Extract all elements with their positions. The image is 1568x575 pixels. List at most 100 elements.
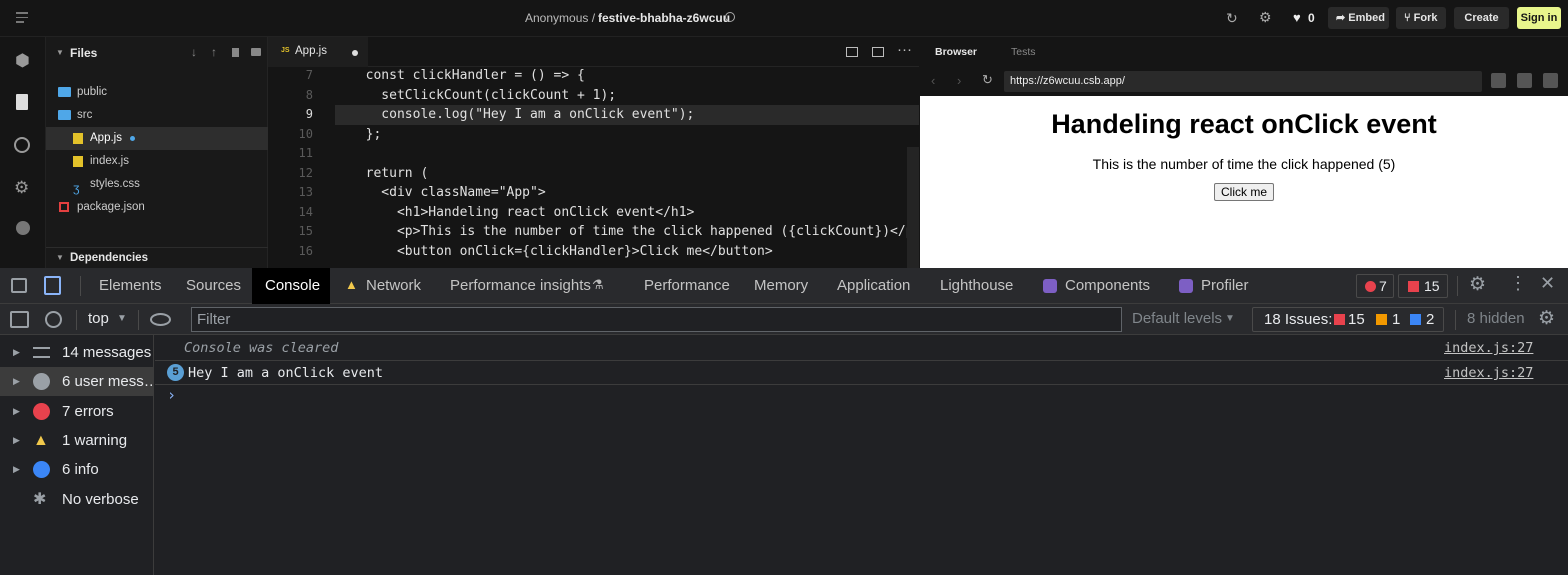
- embed-button[interactable]: ➦ Embed: [1328, 7, 1389, 29]
- issues-button[interactable]: 18 Issues: 15 1 2: [1252, 307, 1444, 332]
- tab-app-js[interactable]: JS App.js: [268, 37, 368, 67]
- menu-icon[interactable]: [16, 12, 28, 23]
- issue-info-icon: [1410, 314, 1421, 325]
- rocket-icon[interactable]: ⚙: [14, 178, 29, 198]
- dropdown-arrow-icon[interactable]: ▼: [117, 313, 127, 324]
- forward-icon[interactable]: ›: [957, 73, 961, 88]
- source-link[interactable]: index.js:27: [1444, 340, 1533, 356]
- line-code: console.log("Hey I am a onClick event");: [350, 107, 695, 122]
- file-app-js[interactable]: App.js: [46, 127, 268, 150]
- new-folder-icon[interactable]: [251, 48, 261, 56]
- source-link[interactable]: index.js:27: [1444, 365, 1533, 381]
- dependencies-header[interactable]: ▼ Dependencies: [46, 247, 268, 268]
- refresh-icon[interactable]: ↻: [1226, 10, 1238, 27]
- tab-performance-insights[interactable]: Performance insights: [437, 268, 604, 304]
- error-icon: [1365, 281, 1376, 292]
- sidebar-toggle-icon[interactable]: [10, 311, 29, 328]
- js-badge-icon: JS: [281, 47, 290, 54]
- back-icon[interactable]: ‹: [931, 73, 935, 88]
- sandbox-name[interactable]: festive-bhabha-z6wcuu: [598, 11, 730, 25]
- error-count: 7: [1379, 278, 1387, 294]
- sidebar-item-warnings[interactable]: ▶ ▲ 1 warning: [0, 426, 154, 455]
- file-icon[interactable]: [16, 94, 28, 110]
- unsaved-dot-icon[interactable]: [352, 50, 358, 56]
- sidebar-item-user-messages[interactable]: ▶ 6 user mess…: [0, 367, 159, 396]
- device-toggle-icon[interactable]: [44, 276, 61, 295]
- file-label: package.json: [77, 201, 145, 213]
- tab-lighthouse[interactable]: Lighthouse: [927, 268, 1026, 304]
- settings-icon[interactable]: ⚙: [1469, 273, 1486, 296]
- tab-application[interactable]: Application: [824, 268, 923, 304]
- inspect-icon[interactable]: [11, 278, 27, 293]
- dropdown-arrow-icon: ▼: [1225, 313, 1235, 324]
- sidebar-item-label: 6 user mess…: [62, 373, 159, 390]
- console-prompt[interactable]: ›: [155, 385, 1568, 407]
- tab-performance[interactable]: Performance: [631, 268, 743, 304]
- eye-icon[interactable]: [150, 313, 171, 326]
- tab-memory[interactable]: Memory: [741, 268, 821, 304]
- file-styles-css[interactable]: ʒ styles.css: [46, 173, 268, 196]
- open-window-icon[interactable]: [1517, 73, 1532, 88]
- tab-network[interactable]: Network: [353, 268, 434, 304]
- sidebar-item-verbose[interactable]: ✱ No verbose: [0, 485, 154, 514]
- collapse-chevron-icon[interactable]: ▼: [56, 48, 64, 57]
- search-icon[interactable]: [14, 137, 30, 153]
- tab-tests[interactable]: Tests: [1011, 46, 1036, 58]
- fork-button[interactable]: ⑂ Fork: [1396, 7, 1446, 29]
- issue-warning-icon: [1376, 314, 1387, 325]
- preview-toggle-icon[interactable]: [872, 47, 884, 57]
- cube-icon[interactable]: ⬢: [15, 51, 30, 71]
- sidebar-item-messages[interactable]: ▶ 14 messages: [0, 338, 154, 367]
- clear-console-icon[interactable]: [45, 311, 62, 328]
- reload-icon[interactable]: ↻: [982, 72, 993, 88]
- code-area[interactable]: 7 const clickHandler = () => { 8 setClic…: [268, 67, 919, 268]
- kebab-menu-icon[interactable]: ⋮: [1509, 273, 1527, 294]
- github-icon[interactable]: [16, 221, 30, 235]
- file-index-js[interactable]: index.js: [46, 150, 268, 173]
- user-label[interactable]: Anonymous /: [525, 11, 595, 25]
- dependencies-label: Dependencies: [70, 252, 148, 264]
- preview-click-button[interactable]: Click me: [1213, 183, 1274, 201]
- code-line: 8 setClickCount(clickCount + 1);: [268, 86, 919, 106]
- new-window-icon[interactable]: [1543, 73, 1558, 88]
- console-filter-input[interactable]: Filter: [191, 307, 1122, 332]
- issues-counter[interactable]: 15: [1398, 274, 1448, 298]
- issues-label: 18 Issues:: [1264, 311, 1333, 328]
- tab-console[interactable]: Console: [252, 268, 330, 304]
- log-levels-dropdown[interactable]: Default levels: [1132, 310, 1222, 327]
- expand-arrow-icon: ▶: [13, 376, 20, 386]
- devtools-icon[interactable]: [1491, 73, 1506, 88]
- sidebar-item-info[interactable]: ▶ 6 info: [0, 455, 154, 484]
- editor-scrollbar[interactable]: [907, 147, 919, 268]
- file-package-json[interactable]: package.json: [46, 196, 268, 219]
- upload-icon[interactable]: ↑: [211, 45, 217, 59]
- more-icon[interactable]: ···: [897, 41, 912, 58]
- tab-sources[interactable]: Sources: [173, 268, 254, 304]
- tab-divider: [138, 310, 139, 330]
- browser-toolbar: ‹ › ↻ https://z6wcuu.csb.app/: [919, 67, 1568, 96]
- context-selector[interactable]: top: [88, 310, 109, 327]
- new-file-icon[interactable]: [232, 48, 239, 57]
- folder-public[interactable]: public: [46, 81, 268, 104]
- folder-src[interactable]: src: [46, 104, 268, 127]
- sign-in-button[interactable]: Sign in: [1517, 7, 1561, 29]
- tab-browser[interactable]: Browser: [935, 46, 977, 58]
- file-label: index.js: [90, 155, 129, 167]
- url-bar[interactable]: https://z6wcuu.csb.app/: [1004, 71, 1482, 92]
- heart-icon[interactable]: ♥: [1293, 10, 1301, 25]
- line-number: 15: [298, 224, 313, 238]
- close-icon[interactable]: ✕: [1540, 273, 1555, 294]
- tab-elements[interactable]: Elements: [86, 268, 175, 304]
- settings-icon[interactable]: ⚙: [1259, 9, 1272, 26]
- download-icon[interactable]: ↓: [191, 45, 197, 59]
- tab-profiler[interactable]: Profiler: [1188, 268, 1262, 304]
- line-number: 10: [298, 126, 313, 141]
- url-text: https://z6wcuu.csb.app/: [1010, 75, 1125, 87]
- tab-components[interactable]: Components: [1052, 268, 1163, 304]
- console-settings-icon[interactable]: ⚙: [1538, 307, 1555, 330]
- split-view-icon[interactable]: [846, 47, 858, 57]
- create-button[interactable]: Create: [1454, 7, 1509, 29]
- console-output: Console was cleared index.js:27 5 Hey I …: [155, 335, 1568, 575]
- sidebar-item-errors[interactable]: ▶ 7 errors: [0, 397, 154, 426]
- error-counter[interactable]: 7: [1356, 274, 1394, 298]
